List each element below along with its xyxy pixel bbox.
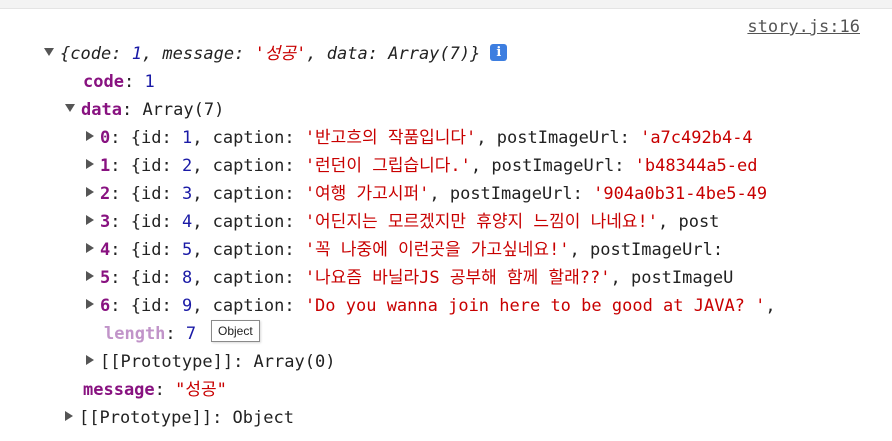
array-item-row[interactable]: 2: {id: 3, caption: '여행 가고시퍼', postImage…	[86, 180, 767, 208]
expand-triangle-icon[interactable]	[65, 104, 75, 112]
collapse-triangle-icon[interactable]	[86, 131, 94, 141]
root-object-row[interactable]: {code: 1, message: '성공', data: Array(7)}…	[44, 40, 508, 68]
collapse-triangle-icon[interactable]	[86, 187, 94, 197]
info-icon[interactable]: i	[490, 43, 508, 61]
array-item-row[interactable]: 5: {id: 8, caption: '나요즘 바닐라JS 공부해 함께 할래…	[86, 264, 733, 292]
collapse-triangle-icon[interactable]	[65, 411, 73, 421]
array-item-row[interactable]: 3: {id: 4, caption: '어딘지는 모르겠지만 휴양지 느낌이 …	[86, 208, 719, 236]
hover-tooltip: Object	[211, 320, 260, 342]
data-prototype-row[interactable]: [[Prototype]]: Array(0)	[86, 348, 335, 376]
data-property-row[interactable]: data: Array(7)	[65, 96, 224, 124]
root-prototype-row[interactable]: [[Prototype]]: Object	[65, 404, 294, 432]
property-key: length	[104, 324, 166, 344]
code-property-row: code: 1	[83, 72, 155, 92]
message-property-row: message: "성공"	[83, 380, 227, 400]
array-item-row[interactable]: 6: {id: 9, caption: 'Do you wanna join h…	[86, 292, 776, 320]
array-item-row[interactable]: 4: {id: 5, caption: '꼭 나중에 이런곳을 가고싶네요!',…	[86, 236, 723, 264]
collapse-triangle-icon[interactable]	[86, 159, 94, 169]
collapse-triangle-icon[interactable]	[86, 215, 94, 225]
collapse-triangle-icon[interactable]	[86, 355, 94, 365]
property-key: code	[83, 72, 124, 92]
collapse-triangle-icon[interactable]	[86, 243, 94, 253]
array-item-row[interactable]: 0: {id: 1, caption: '반고흐의 작품입니다', postIm…	[86, 124, 753, 152]
property-value: "성공"	[175, 380, 227, 400]
property-value: 7	[185, 324, 197, 344]
source-link[interactable]: story.js:16	[747, 17, 860, 37]
expand-triangle-icon[interactable]	[44, 48, 54, 56]
collapse-triangle-icon[interactable]	[86, 299, 94, 309]
console-top-border	[0, 0, 892, 9]
collapse-triangle-icon[interactable]	[86, 271, 94, 281]
property-key: message	[83, 380, 155, 400]
property-value: 1	[144, 72, 155, 92]
array-item-row[interactable]: 1: {id: 2, caption: '런던이 그립습니다.', postIm…	[86, 152, 758, 180]
length-property-row: length: 7	[104, 324, 197, 344]
